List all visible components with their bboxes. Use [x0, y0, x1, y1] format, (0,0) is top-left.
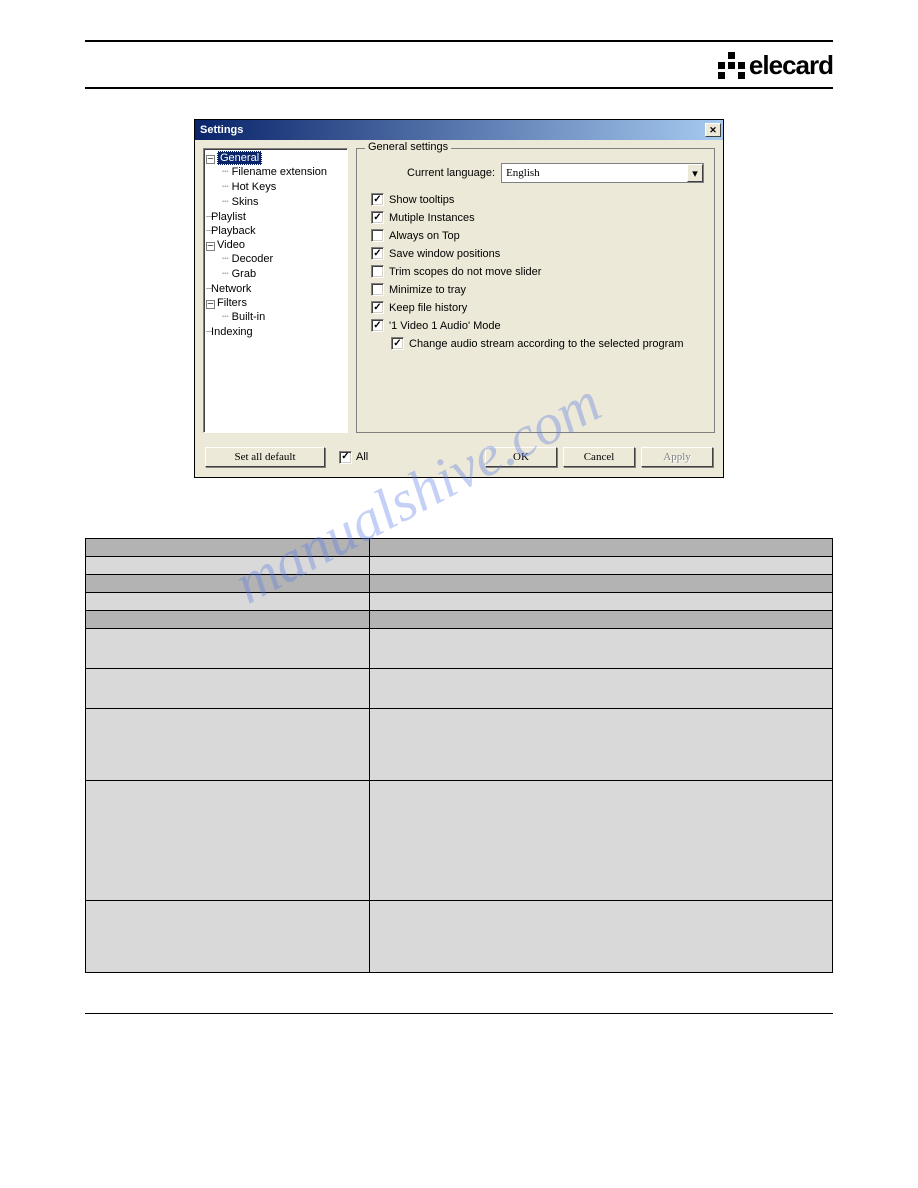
set-all-default-button[interactable]: Set all default: [205, 447, 325, 467]
tree-item-decoder[interactable]: Decoder: [232, 253, 274, 265]
tree-item-video[interactable]: Video: [217, 239, 245, 251]
document-table: [85, 538, 833, 973]
multi-label[interactable]: Mutiple Instances: [389, 212, 475, 224]
multi-checkbox[interactable]: [371, 211, 384, 224]
tray-checkbox[interactable]: [371, 283, 384, 296]
tree-expand-icon[interactable]: –: [206, 155, 215, 164]
mode-checkbox[interactable]: [371, 319, 384, 332]
tree-item-skins[interactable]: Skins: [232, 196, 259, 208]
close-icon: ✕: [709, 125, 717, 136]
ontop-checkbox[interactable]: [371, 229, 384, 242]
trim-checkbox[interactable]: [371, 265, 384, 278]
logo-grid-icon: [718, 52, 745, 79]
table-cell: [86, 781, 370, 901]
apply-button: Apply: [641, 447, 713, 467]
tree-expand-icon[interactable]: –: [206, 300, 215, 309]
language-value: English: [506, 167, 540, 179]
chevron-down-icon: ▾: [692, 167, 698, 180]
table-cell: [369, 781, 832, 901]
tree-item-filters[interactable]: Filters: [217, 297, 247, 309]
table-cell: [369, 539, 832, 557]
table-cell: [86, 629, 370, 669]
settings-dialog: Settings ✕ –General Filename extension H…: [194, 119, 724, 478]
history-label[interactable]: Keep file history: [389, 302, 467, 314]
tree-expand-icon[interactable]: –: [206, 242, 215, 251]
tree-item-grab[interactable]: Grab: [232, 268, 256, 280]
table-cell: [369, 593, 832, 611]
tooltips-checkbox[interactable]: [371, 193, 384, 206]
tree-item-hotkeys[interactable]: Hot Keys: [232, 181, 277, 193]
table-cell: [86, 557, 370, 575]
table-cell: [86, 709, 370, 781]
table-cell: [86, 611, 370, 629]
tray-label[interactable]: Minimize to tray: [389, 284, 466, 296]
window-title: Settings: [200, 124, 243, 136]
tree-item-network[interactable]: Network: [211, 283, 251, 295]
tree-item-indexing[interactable]: Indexing: [211, 326, 253, 338]
all-checkbox[interactable]: [339, 451, 352, 464]
dropdown-button[interactable]: ▾: [687, 164, 703, 182]
titlebar[interactable]: Settings ✕: [195, 120, 723, 140]
tree-item-playlist[interactable]: Playlist: [211, 211, 246, 223]
savepos-label[interactable]: Save window positions: [389, 248, 500, 260]
general-settings-panel: General settings Current language: Engli…: [356, 148, 715, 433]
history-checkbox[interactable]: [371, 301, 384, 314]
panel-legend: General settings: [365, 141, 451, 153]
language-label: Current language:: [407, 167, 495, 179]
table-cell: [369, 709, 832, 781]
dialog-footer: Set all default All OK Cancel Apply: [195, 441, 723, 477]
table-cell: [369, 575, 832, 593]
tree-item-filename-ext[interactable]: Filename extension: [232, 166, 327, 178]
cancel-button[interactable]: Cancel: [563, 447, 635, 467]
ontop-label[interactable]: Always on Top: [389, 230, 460, 242]
table-cell: [369, 629, 832, 669]
table-cell: [369, 557, 832, 575]
changeaudio-label[interactable]: Change audio stream according to the sel…: [409, 338, 684, 350]
table-cell: [369, 901, 832, 973]
trim-label[interactable]: Trim scopes do not move slider: [389, 266, 541, 278]
table-cell: [86, 539, 370, 557]
tree-item-playback[interactable]: Playback: [211, 225, 256, 237]
logo-text: elecard: [749, 50, 833, 81]
table-cell: [369, 669, 832, 709]
mode-label[interactable]: '1 Video 1 Audio' Mode: [389, 320, 501, 332]
changeaudio-checkbox[interactable]: [391, 337, 404, 350]
language-select[interactable]: English ▾: [501, 163, 704, 183]
tree-item-builtin[interactable]: Built-in: [232, 311, 266, 323]
tooltips-label[interactable]: Show tooltips: [389, 194, 454, 206]
table-cell: [86, 901, 370, 973]
tree-item-general[interactable]: General: [217, 151, 262, 165]
savepos-checkbox[interactable]: [371, 247, 384, 260]
logo-row: elecard: [85, 50, 833, 81]
close-button[interactable]: ✕: [705, 123, 721, 137]
nav-tree[interactable]: –General Filename extension Hot Keys Ski…: [203, 148, 348, 433]
ok-button[interactable]: OK: [485, 447, 557, 467]
table-cell: [369, 611, 832, 629]
table-cell: [86, 669, 370, 709]
logo: elecard: [718, 50, 833, 81]
table-cell: [86, 593, 370, 611]
all-label[interactable]: All: [356, 451, 368, 463]
table-cell: [86, 575, 370, 593]
